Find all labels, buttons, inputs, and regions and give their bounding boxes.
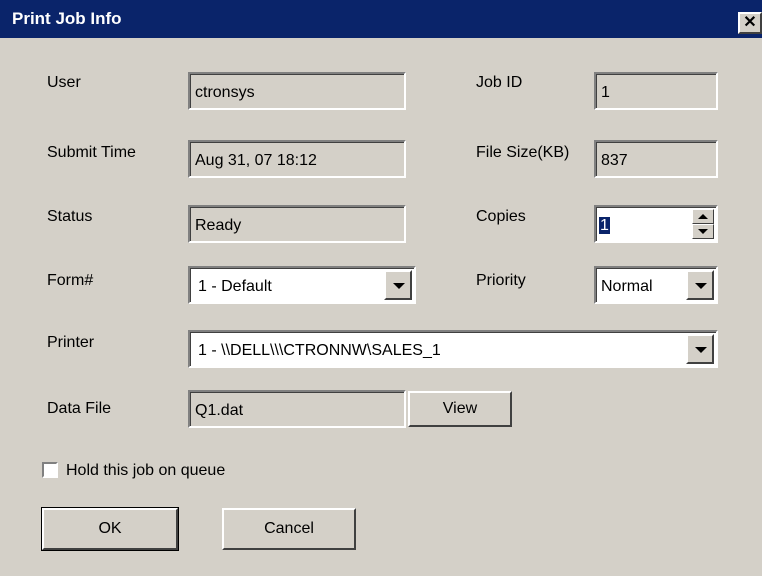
title-bar: Print Job Info ✕ <box>0 0 762 38</box>
window-title: Print Job Info <box>12 9 122 28</box>
copies-up-button[interactable] <box>692 209 714 224</box>
submit-time-label: Submit Time <box>47 144 136 161</box>
form-dropdown[interactable]: 1 - Default <box>188 266 416 304</box>
user-field: ctronsys <box>188 72 406 110</box>
priority-label: Priority <box>476 272 526 289</box>
print-job-info-dialog: Print Job Info ✕ User ctronsys Job ID 1 … <box>0 0 762 576</box>
printer-dropdown-button[interactable] <box>686 334 714 364</box>
job-id-value: 1 <box>601 84 610 101</box>
status-value: Ready <box>195 217 242 234</box>
view-button[interactable]: View <box>408 391 512 427</box>
data-file-label: Data File <box>47 400 112 417</box>
status-field: Ready <box>188 205 406 243</box>
job-id-label: Job ID <box>476 74 523 91</box>
ok-button[interactable]: OK <box>41 507 179 551</box>
file-size-value: 837 <box>601 152 628 169</box>
status-label: Status <box>47 208 93 225</box>
printer-dropdown[interactable]: 1 - \\DELL\\\CTRONNW\SALES_1 <box>188 330 718 368</box>
user-value: ctronsys <box>195 84 255 101</box>
job-id-field: 1 <box>594 72 718 110</box>
data-file-field: Q1.dat <box>188 390 406 428</box>
user-label: User <box>47 74 81 91</box>
hold-job-checkbox[interactable] <box>42 462 58 478</box>
copies-spinner[interactable]: 1 <box>594 205 718 243</box>
submit-time-value: Aug 31, 07 18:12 <box>195 152 317 169</box>
cancel-button[interactable]: Cancel <box>222 508 356 550</box>
copies-value[interactable]: 1 <box>599 217 610 235</box>
form-value: 1 - Default <box>198 278 272 295</box>
priority-dropdown[interactable]: Normal <box>594 266 718 304</box>
spin-up-icon <box>698 214 708 219</box>
chevron-down-icon <box>695 347 707 353</box>
data-file-value: Q1.dat <box>195 402 244 419</box>
close-icon: ✕ <box>743 14 757 31</box>
printer-label: Printer <box>47 334 95 351</box>
hold-job-label[interactable]: Hold this job on queue <box>66 462 225 480</box>
priority-value: Normal <box>601 278 653 295</box>
file-size-field: 837 <box>594 140 718 178</box>
printer-value: 1 - \\DELL\\\CTRONNW\SALES_1 <box>198 342 441 359</box>
copies-down-button[interactable] <box>692 224 714 239</box>
form-label: Form# <box>47 272 94 289</box>
priority-dropdown-button[interactable] <box>686 270 714 300</box>
copies-label: Copies <box>476 208 526 225</box>
spin-down-icon <box>698 229 708 234</box>
form-dropdown-button[interactable] <box>384 270 412 300</box>
close-button[interactable]: ✕ <box>738 12 762 34</box>
submit-time-field: Aug 31, 07 18:12 <box>188 140 406 178</box>
chevron-down-icon <box>695 283 707 289</box>
chevron-down-icon <box>393 283 405 289</box>
file-size-label: File Size(KB) <box>476 144 570 161</box>
